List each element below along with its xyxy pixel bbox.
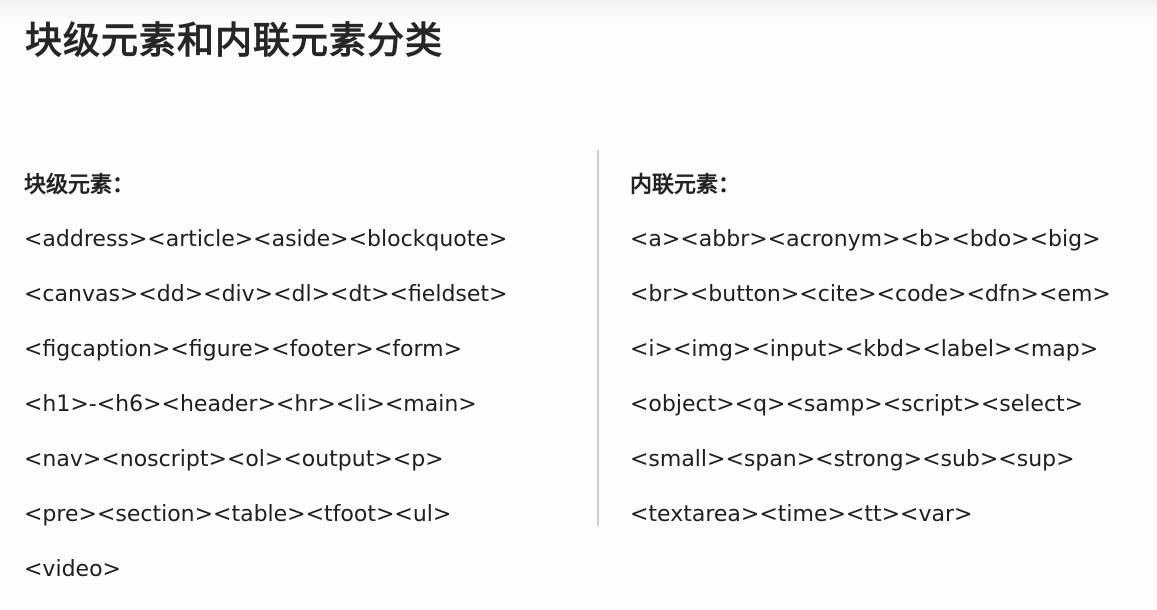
inline-tag-line: <object><q><samp><script><select> [630,392,1084,417]
inline-tag-line: <i><img><input><kbd><label><map> [630,337,1099,362]
inline-elements-heading: 内联元素： [630,173,741,198]
block-tag-line: <h1>-<h6><header><hr><li><main> [24,392,477,417]
page-title: 块级元素和内联元素分类 [25,19,443,62]
block-tag-line: <video> [24,557,121,582]
column-divider [597,150,599,526]
inline-tag-line: <br><button><cite><code><dfn><em> [630,282,1111,307]
block-tag-line: <pre><section><table><tfoot><ul> [24,502,452,527]
block-elements-heading: 块级元素： [24,173,135,198]
block-elements-column: 块级元素： <address><article><aside><blockquo… [24,160,507,597]
block-tag-line: <nav><noscript><ol><output><p> [24,447,444,472]
inline-elements-column: 内联元素： <a><abbr><acronym><b><bdo><big> <b… [630,160,1111,542]
inline-tag-line: <textarea><time><tt><var> [630,502,973,527]
inline-tag-line: <small><span><strong><sub><sup> [630,447,1075,472]
inline-tag-line: <a><abbr><acronym><b><bdo><big> [630,227,1101,252]
block-tag-line: <figcaption><figure><footer><form> [24,337,463,362]
block-tag-line: <address><article><aside><blockquote> [24,227,508,252]
block-tag-line: <canvas><dd><div><dl><dt><fieldset> [24,282,508,307]
